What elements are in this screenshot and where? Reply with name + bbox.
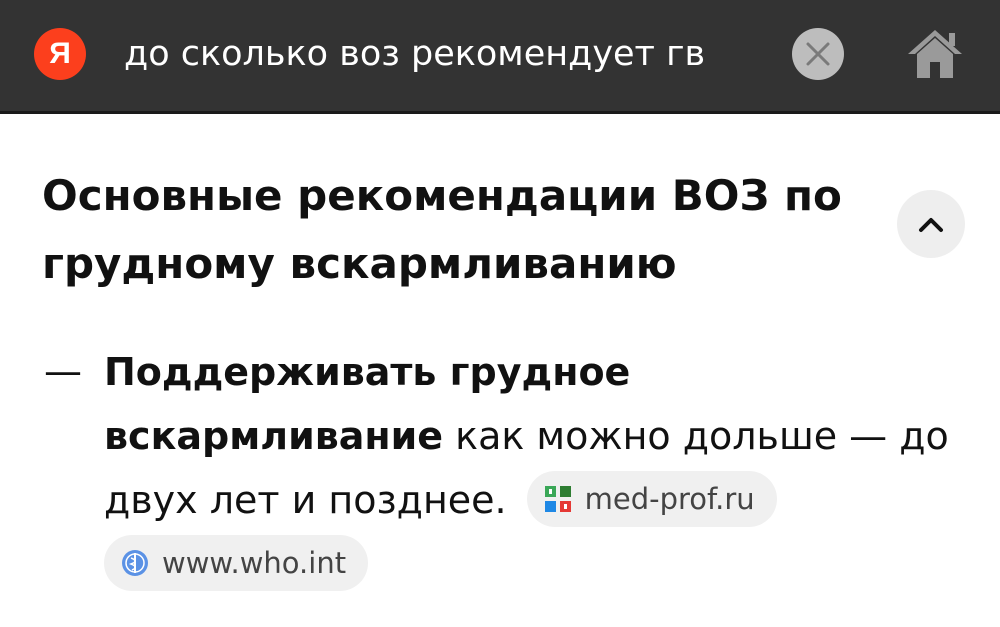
answer-text: Поддерживать грудное вскармливание как м… (104, 340, 964, 596)
home-icon (908, 30, 962, 78)
source-chip-who[interactable]: www.who.int (104, 534, 369, 591)
home-button[interactable] (904, 22, 966, 84)
who-favicon-icon (122, 549, 148, 576)
med-prof-favicon-icon (544, 485, 571, 512)
search-query-text[interactable]: до сколько воз рекомендует гв (124, 28, 774, 80)
chevron-up-icon (919, 218, 943, 232)
yandex-logo-icon[interactable]: Я (34, 28, 86, 80)
search-bar: Я до сколько воз рекомендует гв (0, 0, 1000, 114)
source-chip-med-prof[interactable]: med-prof.ru (526, 470, 777, 527)
source-label: www.who.int (162, 545, 347, 580)
clear-search-button[interactable] (792, 28, 844, 80)
list-bullet-dash: — (44, 349, 82, 393)
answer-heading: Основные рекомендации ВОЗ по грудному вс… (42, 171, 842, 288)
source-label: med-prof.ru (584, 481, 755, 516)
close-icon (806, 42, 830, 66)
collapse-button[interactable] (897, 190, 965, 258)
